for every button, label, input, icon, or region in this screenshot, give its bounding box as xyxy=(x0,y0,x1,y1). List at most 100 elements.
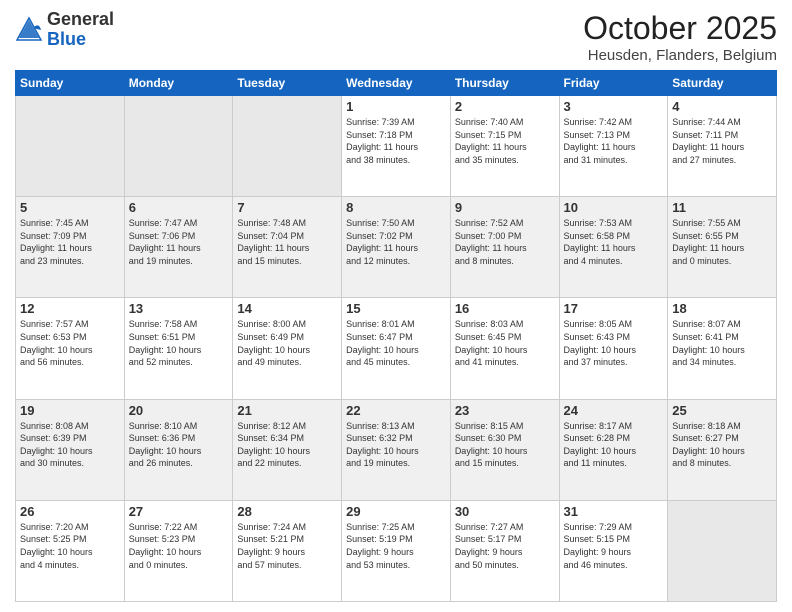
cell-4-4: 30 Sunrise: 7:27 AM Sunset: 5:17 PM Dayli… xyxy=(450,500,559,601)
day-info-6: Sunrise: 7:47 AM Sunset: 7:06 PM Dayligh… xyxy=(129,217,229,267)
day-num-31: 31 xyxy=(564,504,664,519)
day-info-30: Sunrise: 7:27 AM Sunset: 5:17 PM Dayligh… xyxy=(455,521,555,571)
cell-4-5: 31Sunrise: 7:29 AM Sunset: 5:15 PM Dayli… xyxy=(559,500,668,601)
calendar-header: Sunday Monday Tuesday Wednesday Thursday… xyxy=(16,71,777,96)
week-row-4: 26 Sunrise: 7:20 AM Sunset: 5:25 PM Dayli… xyxy=(16,500,777,601)
cell-3-0: 19 Sunrise: 8:08 AM Sunset: 6:39 PM Dayli… xyxy=(16,399,125,500)
week-row-3: 19 Sunrise: 8:08 AM Sunset: 6:39 PM Dayli… xyxy=(16,399,777,500)
day-num-27: 27 xyxy=(129,504,229,519)
day-info-20: Sunrise: 8:10 AM Sunset: 6:36 PM Dayligh… xyxy=(129,420,229,470)
col-thursday: Thursday xyxy=(450,71,559,96)
col-tuesday: Tuesday xyxy=(233,71,342,96)
day-info-25: Sunrise: 8:18 AM Sunset: 6:27 PM Dayligh… xyxy=(672,420,772,470)
cell-1-5: 10 Sunrise: 7:53 AM Sunset: 6:58 PM Dayli… xyxy=(559,197,668,298)
col-sunday: Sunday xyxy=(16,71,125,96)
cell-1-2: 7 Sunrise: 7:48 AM Sunset: 7:04 PM Daylig… xyxy=(233,197,342,298)
day-num-9: 9 xyxy=(455,200,555,215)
day-info-9: Sunrise: 7:52 AM Sunset: 7:00 PM Dayligh… xyxy=(455,217,555,267)
day-num-22: 22 xyxy=(346,403,446,418)
day-num-16: 16 xyxy=(455,301,555,316)
cell-1-4: 9 Sunrise: 7:52 AM Sunset: 7:00 PM Daylig… xyxy=(450,197,559,298)
logo-general-text: General xyxy=(47,9,114,29)
cell-2-4: 16 Sunrise: 8:03 AM Sunset: 6:45 PM Dayli… xyxy=(450,298,559,399)
cell-1-3: 8Sunrise: 7:50 AM Sunset: 7:02 PM Daylig… xyxy=(342,197,451,298)
day-num-24: 24 xyxy=(564,403,664,418)
day-info-2: Sunrise: 7:40 AM Sunset: 7:15 PM Dayligh… xyxy=(455,116,555,166)
day-num-15: 15 xyxy=(346,301,446,316)
cell-0-5: 3Sunrise: 7:42 AM Sunset: 7:13 PM Daylig… xyxy=(559,96,668,197)
week-row-0: 1Sunrise: 7:39 AM Sunset: 7:18 PM Daylig… xyxy=(16,96,777,197)
cell-0-0 xyxy=(16,96,125,197)
cell-4-1: 27 Sunrise: 7:22 AM Sunset: 5:23 PM Dayli… xyxy=(124,500,233,601)
day-info-14: Sunrise: 8:00 AM Sunset: 6:49 PM Dayligh… xyxy=(237,318,337,368)
day-num-14: 14 xyxy=(237,301,337,316)
day-num-13: 13 xyxy=(129,301,229,316)
day-info-28: Sunrise: 7:24 AM Sunset: 5:21 PM Dayligh… xyxy=(237,521,337,571)
day-num-17: 17 xyxy=(564,301,664,316)
title-block: October 2025 Heusden, Flanders, Belgium xyxy=(583,10,777,64)
logo-text: General Blue xyxy=(47,10,114,50)
cell-4-3: 29Sunrise: 7:25 AM Sunset: 5:19 PM Dayli… xyxy=(342,500,451,601)
col-friday: Friday xyxy=(559,71,668,96)
day-num-10: 10 xyxy=(564,200,664,215)
day-info-22: Sunrise: 8:13 AM Sunset: 6:32 PM Dayligh… xyxy=(346,420,446,470)
day-num-25: 25 xyxy=(672,403,772,418)
cell-1-0: 5Sunrise: 7:45 AM Sunset: 7:09 PM Daylig… xyxy=(16,197,125,298)
day-info-10: Sunrise: 7:53 AM Sunset: 6:58 PM Dayligh… xyxy=(564,217,664,267)
cell-4-0: 26 Sunrise: 7:20 AM Sunset: 5:25 PM Dayli… xyxy=(16,500,125,601)
day-info-19: Sunrise: 8:08 AM Sunset: 6:39 PM Dayligh… xyxy=(20,420,120,470)
day-info-16: Sunrise: 8:03 AM Sunset: 6:45 PM Dayligh… xyxy=(455,318,555,368)
cell-0-4: 2 Sunrise: 7:40 AM Sunset: 7:15 PM Daylig… xyxy=(450,96,559,197)
day-info-27: Sunrise: 7:22 AM Sunset: 5:23 PM Dayligh… xyxy=(129,521,229,571)
day-num-1: 1 xyxy=(346,99,446,114)
logo: General Blue xyxy=(15,10,114,50)
month-title: October 2025 xyxy=(583,10,777,47)
day-info-17: Sunrise: 8:05 AM Sunset: 6:43 PM Dayligh… xyxy=(564,318,664,368)
cell-2-6: 18Sunrise: 8:07 AM Sunset: 6:41 PM Dayli… xyxy=(668,298,777,399)
day-num-4: 4 xyxy=(672,99,772,114)
day-info-7: Sunrise: 7:48 AM Sunset: 7:04 PM Dayligh… xyxy=(237,217,337,267)
cell-1-6: 11 Sunrise: 7:55 AM Sunset: 6:55 PM Dayli… xyxy=(668,197,777,298)
cell-4-2: 28Sunrise: 7:24 AM Sunset: 5:21 PM Dayli… xyxy=(233,500,342,601)
cell-2-2: 14 Sunrise: 8:00 AM Sunset: 6:49 PM Dayli… xyxy=(233,298,342,399)
col-wednesday: Wednesday xyxy=(342,71,451,96)
week-row-2: 12Sunrise: 7:57 AM Sunset: 6:53 PM Dayli… xyxy=(16,298,777,399)
week-row-1: 5Sunrise: 7:45 AM Sunset: 7:09 PM Daylig… xyxy=(16,197,777,298)
day-num-6: 6 xyxy=(129,200,229,215)
day-num-11: 11 xyxy=(672,200,772,215)
day-num-26: 26 xyxy=(20,504,120,519)
day-num-21: 21 xyxy=(237,403,337,418)
day-num-29: 29 xyxy=(346,504,446,519)
day-info-21: Sunrise: 8:12 AM Sunset: 6:34 PM Dayligh… xyxy=(237,420,337,470)
day-info-26: Sunrise: 7:20 AM Sunset: 5:25 PM Dayligh… xyxy=(20,521,120,571)
day-num-3: 3 xyxy=(564,99,664,114)
day-info-12: Sunrise: 7:57 AM Sunset: 6:53 PM Dayligh… xyxy=(20,318,120,368)
cell-0-1 xyxy=(124,96,233,197)
day-num-5: 5 xyxy=(20,200,120,215)
day-info-23: Sunrise: 8:15 AM Sunset: 6:30 PM Dayligh… xyxy=(455,420,555,470)
cell-0-6: 4Sunrise: 7:44 AM Sunset: 7:11 PM Daylig… xyxy=(668,96,777,197)
day-num-7: 7 xyxy=(237,200,337,215)
location: Heusden, Flanders, Belgium xyxy=(583,47,777,64)
day-num-20: 20 xyxy=(129,403,229,418)
cell-3-3: 22 Sunrise: 8:13 AM Sunset: 6:32 PM Dayli… xyxy=(342,399,451,500)
cell-3-4: 23Sunrise: 8:15 AM Sunset: 6:30 PM Dayli… xyxy=(450,399,559,500)
cell-3-1: 20 Sunrise: 8:10 AM Sunset: 6:36 PM Dayli… xyxy=(124,399,233,500)
day-num-18: 18 xyxy=(672,301,772,316)
cell-2-5: 17 Sunrise: 8:05 AM Sunset: 6:43 PM Dayli… xyxy=(559,298,668,399)
day-info-15: Sunrise: 8:01 AM Sunset: 6:47 PM Dayligh… xyxy=(346,318,446,368)
cell-0-2 xyxy=(233,96,342,197)
day-info-24: Sunrise: 8:17 AM Sunset: 6:28 PM Dayligh… xyxy=(564,420,664,470)
day-num-30: 30 xyxy=(455,504,555,519)
calendar-header-row: Sunday Monday Tuesday Wednesday Thursday… xyxy=(16,71,777,96)
logo-icon xyxy=(15,16,43,44)
cell-0-3: 1Sunrise: 7:39 AM Sunset: 7:18 PM Daylig… xyxy=(342,96,451,197)
day-info-13: Sunrise: 7:58 AM Sunset: 6:51 PM Dayligh… xyxy=(129,318,229,368)
day-num-2: 2 xyxy=(455,99,555,114)
cell-4-6 xyxy=(668,500,777,601)
col-saturday: Saturday xyxy=(668,71,777,96)
day-num-19: 19 xyxy=(20,403,120,418)
day-info-11: Sunrise: 7:55 AM Sunset: 6:55 PM Dayligh… xyxy=(672,217,772,267)
calendar-table: Sunday Monday Tuesday Wednesday Thursday… xyxy=(15,70,777,602)
cell-2-1: 13 Sunrise: 7:58 AM Sunset: 6:51 PM Dayli… xyxy=(124,298,233,399)
